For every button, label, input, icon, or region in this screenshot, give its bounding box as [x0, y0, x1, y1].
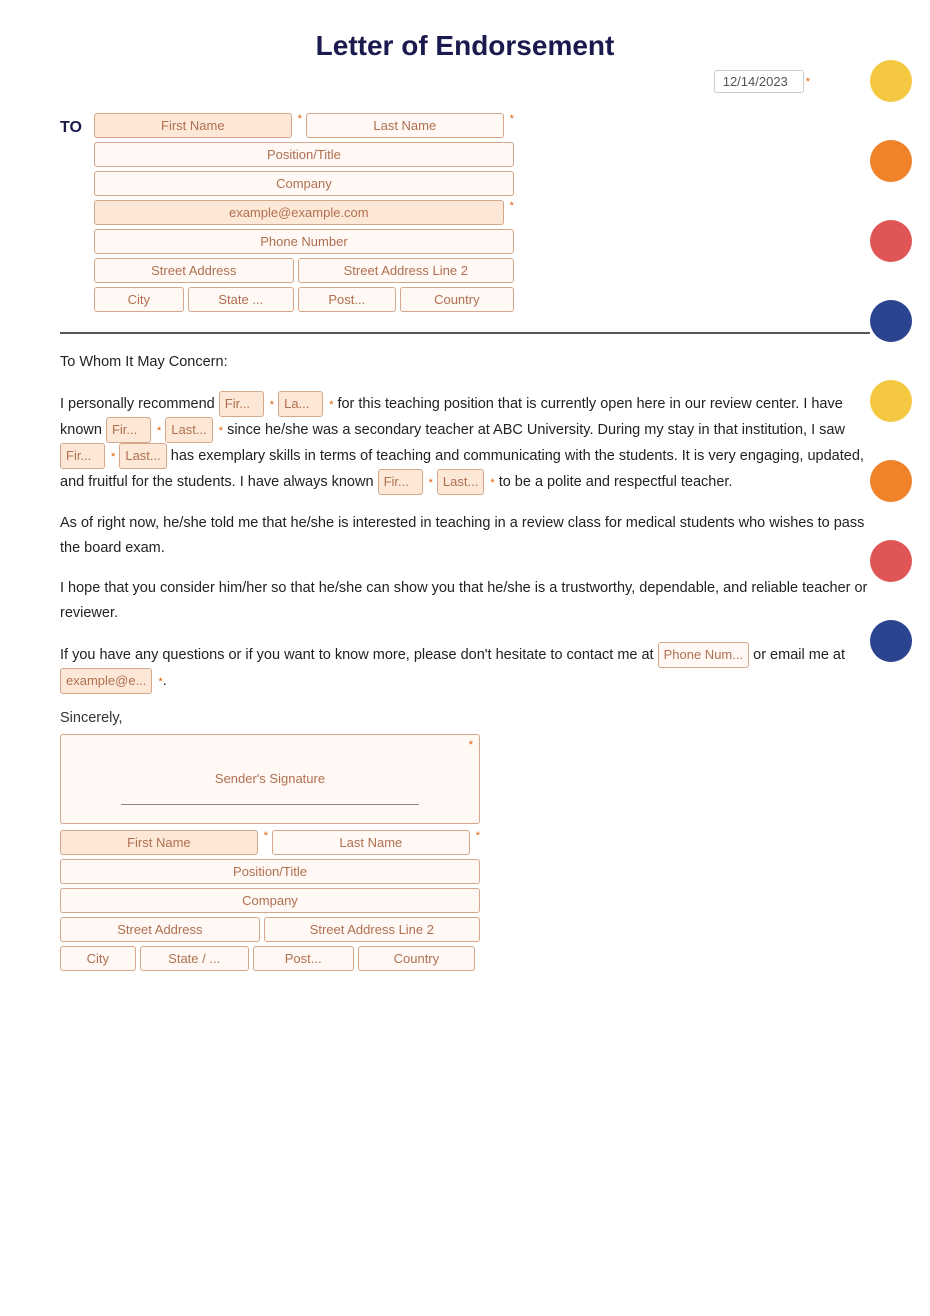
sender-company[interactable]: Company [60, 888, 480, 913]
to-label: TO [60, 113, 82, 137]
saw-first-inline[interactable]: Fir... [60, 443, 105, 469]
phone-row: Phone Number [94, 229, 514, 254]
sender-address-fields: First Name * Last Name * Position/Title … [60, 830, 480, 971]
recipient-position[interactable]: Position/Title [94, 142, 514, 167]
email-row: example@example.com * [94, 200, 514, 225]
sender-name-row: First Name * Last Name * [60, 830, 480, 855]
decorative-circles [870, 60, 912, 662]
name-row: First Name * Last Name * [94, 113, 514, 138]
paragraph-1: I personally recommend Fir... * La... * … [60, 391, 870, 495]
sender-last-name[interactable]: Last Name [272, 830, 470, 855]
recipient-country[interactable]: Country [400, 287, 514, 312]
recipient-street[interactable]: Street Address [94, 258, 294, 283]
sincerely-label: Sincerely, [60, 710, 870, 726]
sender-city[interactable]: City [60, 946, 136, 971]
city-state-row: City State ... Post... Country [94, 287, 514, 312]
position-row: Position/Title [94, 142, 514, 167]
recipient-first-name[interactable]: First Name [94, 113, 292, 138]
signature-line [121, 804, 419, 805]
circle-1 [870, 60, 912, 102]
contact-phone-inline[interactable]: Phone Num... [658, 642, 750, 668]
to-section: TO First Name * Last Name * Position/Tit… [60, 113, 870, 312]
recipient-email[interactable]: example@example.com [94, 200, 504, 225]
recipient-company[interactable]: Company [94, 171, 514, 196]
page-title: Letter of Endorsement [60, 30, 870, 62]
recommend-first-inline[interactable]: Fir... [219, 391, 264, 417]
sender-position-row: Position/Title [60, 859, 480, 884]
section-divider [60, 332, 870, 334]
sender-company-row: Company [60, 888, 480, 913]
circle-3 [870, 220, 912, 262]
recipient-address-fields: First Name * Last Name * Position/Title … [94, 113, 514, 312]
paragraph-2: As of right now, he/she told me that he/… [60, 511, 870, 560]
recipient-post[interactable]: Post... [298, 287, 396, 312]
sender-post[interactable]: Post... [253, 946, 354, 971]
known-first-1-inline[interactable]: Fir... [106, 417, 151, 443]
recipient-state[interactable]: State ... [188, 287, 294, 312]
street-row: Street Address Street Address Line 2 [94, 258, 514, 283]
recipient-street2[interactable]: Street Address Line 2 [298, 258, 514, 283]
sender-first-name[interactable]: First Name [60, 830, 258, 855]
sender-city-state-row: City State / ... Post... Country [60, 946, 480, 971]
sender-street[interactable]: Street Address [60, 917, 260, 942]
recipient-last-name[interactable]: Last Name [306, 113, 504, 138]
signature-required-star: * [469, 739, 473, 751]
sender-country[interactable]: Country [358, 946, 476, 971]
date-required-star: * [806, 76, 810, 88]
circle-7 [870, 540, 912, 582]
recommend-last-inline[interactable]: La... [278, 391, 323, 417]
known-last-1-inline[interactable]: Last... [165, 417, 212, 443]
paragraph-4: If you have any questions or if you want… [60, 642, 870, 694]
contact-email-inline[interactable]: example@e... [60, 668, 152, 694]
sender-position[interactable]: Position/Title [60, 859, 480, 884]
signature-placeholder: Sender's Signature [215, 771, 325, 786]
circle-2 [870, 140, 912, 182]
signature-box[interactable]: * Sender's Signature [60, 734, 480, 824]
date-field[interactable]: 12/14/2023 [714, 70, 804, 93]
circle-5 [870, 380, 912, 422]
sender-street-row: Street Address Street Address Line 2 [60, 917, 480, 942]
date-row: 12/14/2023 * [60, 70, 870, 93]
sender-street2[interactable]: Street Address Line 2 [264, 917, 480, 942]
recipient-city[interactable]: City [94, 287, 184, 312]
circle-4 [870, 300, 912, 342]
known-last-2-inline[interactable]: Last... [437, 469, 484, 495]
circle-8 [870, 620, 912, 662]
paragraph-3: I hope that you consider him/her so that… [60, 576, 870, 625]
recipient-phone[interactable]: Phone Number [94, 229, 514, 254]
saw-last-inline[interactable]: Last... [119, 443, 166, 469]
circle-6 [870, 460, 912, 502]
salutation: To Whom It May Concern: [60, 350, 870, 375]
known-first-2-inline[interactable]: Fir... [378, 469, 423, 495]
company-row: Company [94, 171, 514, 196]
sender-state[interactable]: State / ... [140, 946, 249, 971]
